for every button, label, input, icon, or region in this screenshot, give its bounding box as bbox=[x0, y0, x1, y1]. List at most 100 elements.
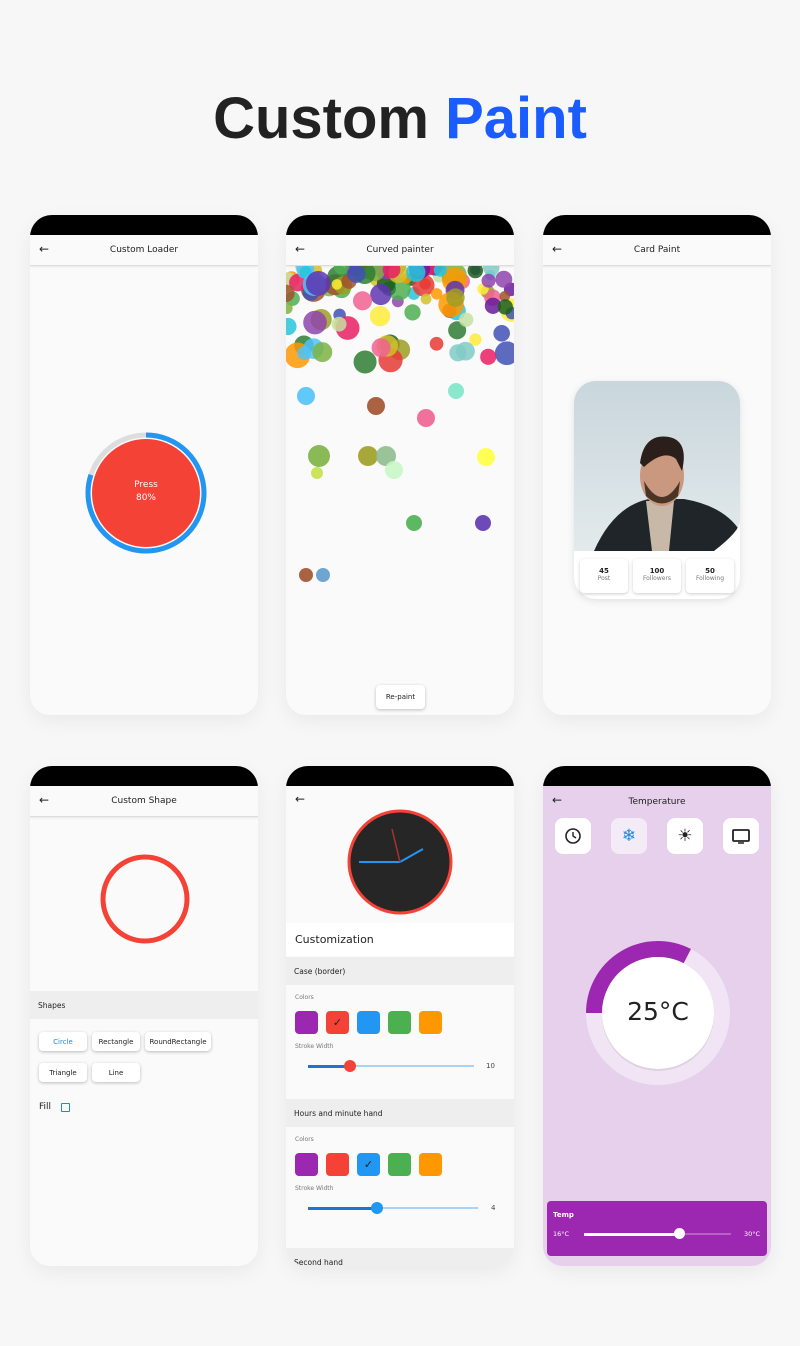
hands-stroke-label: Stroke Width bbox=[295, 1185, 334, 1192]
bubble bbox=[352, 291, 373, 311]
tv-icon bbox=[732, 829, 750, 844]
check-icon: ✓ bbox=[332, 1016, 343, 1029]
case-color-green[interactable] bbox=[388, 1011, 411, 1034]
bubble bbox=[458, 312, 474, 327]
stat-label: Post bbox=[597, 575, 611, 582]
slider-thumb[interactable] bbox=[371, 1202, 383, 1214]
bubble bbox=[353, 350, 377, 374]
bubble bbox=[331, 316, 347, 332]
shape-button-rectangle[interactable]: Rectangle bbox=[92, 1032, 140, 1051]
clock-face bbox=[347, 809, 453, 915]
back-arrow-icon[interactable]: ← bbox=[552, 242, 562, 256]
loader-label: Press 80% bbox=[84, 479, 208, 505]
snowflake-icon-button[interactable]: ❄ bbox=[611, 818, 647, 854]
bubble bbox=[404, 304, 421, 321]
bubble bbox=[367, 397, 385, 415]
temp-min-label: 16°C bbox=[553, 1230, 570, 1238]
case-color-blue[interactable] bbox=[357, 1011, 380, 1034]
hands-stroke-slider[interactable] bbox=[308, 1202, 478, 1214]
repaint-button[interactable]: Re-paint bbox=[376, 685, 425, 709]
back-arrow-icon[interactable]: ← bbox=[39, 793, 49, 807]
bubble bbox=[481, 273, 496, 288]
profile-photo bbox=[574, 381, 740, 551]
stat-label: Following bbox=[695, 575, 725, 582]
bubble bbox=[311, 467, 323, 479]
page-title: Custom Paint bbox=[0, 85, 800, 152]
temp-slider-label: Temp bbox=[553, 1211, 574, 1219]
back-arrow-icon[interactable]: ← bbox=[39, 242, 49, 256]
hands-colors-label: Colors bbox=[295, 1136, 314, 1143]
shape-button-circle[interactable]: Circle bbox=[39, 1032, 87, 1051]
bubble bbox=[312, 342, 333, 363]
title-part2: Paint bbox=[445, 86, 587, 151]
percent-label: 80% bbox=[135, 493, 156, 503]
bubble bbox=[430, 288, 443, 300]
press-label: Press bbox=[134, 480, 158, 490]
hands-color-blue[interactable]: ✓ bbox=[357, 1153, 380, 1176]
bubble bbox=[299, 568, 313, 582]
stat-following: 50 Following bbox=[686, 559, 734, 593]
check-icon: ✓ bbox=[363, 1158, 374, 1171]
app-bar-title: Custom Loader bbox=[109, 245, 179, 255]
clock-icon-button[interactable] bbox=[555, 818, 591, 854]
bubble bbox=[477, 448, 495, 466]
shapes-section-header: Shapes bbox=[30, 991, 258, 1019]
shape-button-line[interactable]: Line bbox=[92, 1063, 140, 1082]
temp-slider[interactable] bbox=[584, 1228, 731, 1239]
phone-custom-loader: ← Custom Loader Press 80% bbox=[30, 215, 258, 715]
fill-label: Fill bbox=[39, 1102, 52, 1112]
stat-followers: 100 Followers bbox=[633, 559, 681, 593]
hands-stroke-value: 4 bbox=[491, 1204, 496, 1212]
bubble bbox=[448, 383, 464, 399]
bubble bbox=[303, 310, 327, 335]
bubble bbox=[449, 344, 467, 362]
bubble bbox=[493, 325, 510, 342]
bubble bbox=[494, 341, 514, 366]
app-bar: ← Curved painter bbox=[286, 235, 514, 266]
hands-color-orange[interactable] bbox=[419, 1153, 442, 1176]
app-bar-title: Curved painter bbox=[366, 245, 434, 255]
temperature-readout: 25°C bbox=[627, 997, 689, 1026]
bubble bbox=[331, 279, 343, 290]
bubble bbox=[316, 568, 330, 582]
title-part1: Custom bbox=[213, 86, 429, 151]
tv-icon-button[interactable] bbox=[723, 818, 759, 854]
bubble bbox=[371, 338, 391, 358]
bubble bbox=[446, 288, 465, 307]
case-color-orange[interactable] bbox=[419, 1011, 442, 1034]
phone-clock: ← Customization Case (border) Colors ✓ S… bbox=[286, 766, 514, 1266]
bubble bbox=[358, 446, 378, 466]
case-color-red[interactable]: ✓ bbox=[326, 1011, 349, 1034]
sun-icon: ☀ bbox=[677, 826, 693, 846]
status-bar bbox=[286, 215, 514, 235]
stat-label: Followers bbox=[642, 575, 672, 582]
back-arrow-icon[interactable]: ← bbox=[295, 792, 305, 806]
stat-value: 100 bbox=[649, 567, 665, 575]
hands-color-green[interactable] bbox=[388, 1153, 411, 1176]
circle-shape-preview bbox=[100, 854, 190, 944]
case-colors-label: Colors bbox=[295, 994, 314, 1001]
status-bar bbox=[286, 766, 514, 786]
bubble bbox=[385, 461, 403, 479]
case-color-purple[interactable] bbox=[295, 1011, 318, 1034]
stat-value: 50 bbox=[705, 567, 715, 575]
slider-thumb[interactable] bbox=[673, 1228, 685, 1239]
hands-color-red[interactable] bbox=[326, 1153, 349, 1176]
back-arrow-icon[interactable]: ← bbox=[295, 242, 305, 256]
shape-button-triangle[interactable]: Triangle bbox=[39, 1063, 87, 1082]
hands-color-purple[interactable] bbox=[295, 1153, 318, 1176]
shape-button-roundrectangle[interactable]: RoundRectangle bbox=[145, 1032, 211, 1051]
back-arrow-icon[interactable]: ← bbox=[552, 793, 562, 807]
bubble bbox=[305, 270, 331, 296]
app-bar: ← Custom Loader bbox=[30, 235, 258, 266]
fill-checkbox[interactable] bbox=[61, 1103, 70, 1112]
bubble bbox=[297, 387, 315, 405]
app-bar-title: Custom Shape bbox=[111, 796, 177, 806]
sun-icon-button[interactable]: ☀ bbox=[667, 818, 703, 854]
bubble bbox=[497, 299, 513, 315]
slider-thumb[interactable] bbox=[344, 1060, 356, 1072]
phone-curved-painter: ← Curved painter Re-paint bbox=[286, 215, 514, 715]
case-stroke-slider[interactable] bbox=[308, 1060, 474, 1072]
customization-heading: Customization bbox=[286, 923, 514, 956]
bubble bbox=[420, 293, 432, 305]
